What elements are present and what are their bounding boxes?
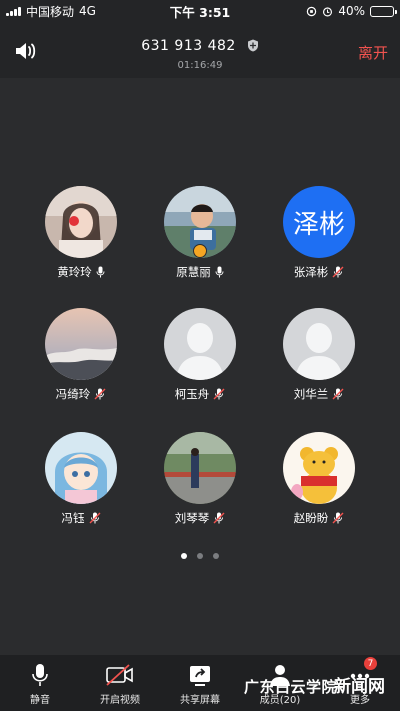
participant-tile[interactable]: 赵盼盼 [264, 432, 374, 526]
watermark-logo: 新闻网 [334, 677, 385, 697]
video-label: 开启视频 [100, 695, 140, 706]
watermark-text: 广东白云学院 [244, 678, 338, 696]
mic-muted-icon [94, 388, 106, 400]
avatar [164, 432, 236, 504]
leave-button[interactable]: 离开 [358, 42, 388, 63]
share-screen-button[interactable]: 共享屏幕 [160, 655, 240, 711]
participant-tile[interactable]: 刘华兰 [264, 308, 374, 402]
meeting-id: 631 913 482 [141, 38, 236, 54]
share-label: 共享屏幕 [180, 695, 220, 706]
more-badge: 7 [364, 657, 377, 670]
page-dot[interactable] [197, 553, 203, 559]
default-avatar-icon [295, 323, 343, 380]
mic-muted-icon [213, 512, 225, 524]
avatar [45, 432, 117, 504]
participant-name-row: 刘琴琴 [145, 510, 255, 526]
participant-name: 刘华兰 [293, 387, 329, 401]
mute-label: 静音 [30, 695, 50, 706]
participant-name-row: 张泽彬 [264, 264, 374, 280]
microphone-icon [32, 664, 48, 686]
avatar [45, 308, 117, 380]
mic-muted-icon [332, 388, 344, 400]
mic-on-icon [96, 266, 105, 278]
participant-tile[interactable]: 原慧丽 [145, 186, 255, 280]
participant-name: 原慧丽 [176, 265, 211, 279]
meeting-header: 631 913 482 01:16:49 离开 [0, 22, 400, 78]
participant-name: 冯绮玲 [55, 387, 91, 401]
participant-grid: 黄玲玲 原慧丽 泽彬 张泽彬 冯绮玲 柯玉舟 刘华兰 冯钰 刘琴琴 赵盼盼 [0, 78, 400, 655]
carrier-name: 中国移动 [26, 4, 75, 19]
network-type: 4G [79, 4, 96, 18]
mute-button[interactable]: 静音 [0, 655, 80, 711]
participant-name-row: 赵盼盼 [264, 510, 374, 526]
participant-name: 柯玉舟 [174, 387, 210, 401]
status-right: 40% [254, 4, 397, 18]
mic-muted-icon [332, 512, 344, 524]
participant-name-row: 冯钰 [26, 510, 136, 526]
battery-icon [370, 5, 397, 17]
avatar [164, 308, 236, 380]
participant-tile[interactable]: 冯绮玲 [26, 308, 136, 402]
share-screen-icon [190, 666, 210, 686]
avatar [45, 186, 117, 258]
status-left: 中国移动 4G [6, 3, 146, 20]
security-shield-icon [247, 39, 258, 52]
participant-name: 冯钰 [61, 511, 85, 525]
avatar: 泽彬 [283, 186, 355, 258]
participant-tile[interactable]: 泽彬 张泽彬 [264, 186, 374, 280]
participant-name: 黄玲玲 [57, 265, 92, 279]
participant-tile[interactable]: 刘琴琴 [145, 432, 255, 526]
mic-on-icon [215, 266, 224, 278]
participant-photo [164, 432, 236, 504]
participant-name-row: 刘华兰 [264, 386, 374, 402]
avatar [283, 432, 355, 504]
status-time: 下午 3:51 [169, 4, 231, 20]
default-avatar-icon [176, 323, 224, 380]
video-off-icon [106, 664, 133, 686]
status-bar: 中国移动 4G 下午 3:51 40% [0, 0, 400, 22]
signal-icon [6, 6, 21, 16]
participant-tile[interactable]: 柯玉舟 [145, 308, 255, 402]
meeting-id-row[interactable]: 631 913 482 [0, 38, 400, 54]
page-dot[interactable] [213, 553, 219, 559]
participant-name: 赵盼盼 [293, 511, 329, 525]
mic-muted-icon [89, 512, 100, 524]
participant-photo [45, 308, 117, 380]
host-badge-icon [193, 244, 207, 258]
meeting-duration: 01:16:49 [177, 60, 223, 71]
page-indicator[interactable] [0, 553, 400, 559]
participant-tile[interactable]: 黄玲玲 [26, 186, 136, 280]
avatar [283, 308, 355, 380]
participant-photo [45, 186, 117, 258]
mic-muted-icon [213, 388, 225, 400]
battery-percent: 40% [338, 4, 365, 18]
page-dot[interactable] [181, 553, 187, 559]
participant-name-row: 黄玲玲 [26, 264, 136, 280]
orientation-lock-icon [307, 6, 317, 16]
participant-photo [283, 432, 355, 504]
participant-name: 张泽彬 [293, 265, 329, 279]
participant-name-row: 冯绮玲 [26, 386, 136, 402]
participant-photo [45, 432, 117, 504]
start-video-button[interactable]: 开启视频 [80, 655, 160, 711]
participant-name-row: 柯玉舟 [145, 386, 255, 402]
participant-tile[interactable]: 冯钰 [26, 432, 136, 526]
participant-name: 刘琴琴 [174, 511, 210, 525]
alarm-icon [323, 6, 333, 16]
mic-muted-icon [332, 266, 344, 278]
participant-name-row: 原慧丽 [145, 264, 255, 280]
avatar-initials: 泽彬 [292, 209, 345, 240]
